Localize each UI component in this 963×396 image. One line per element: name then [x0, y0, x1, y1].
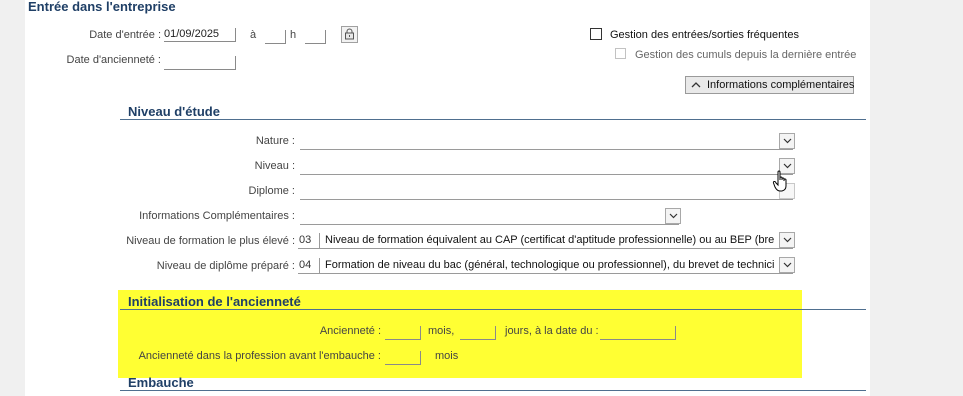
formation-dropdown-button[interactable]: [779, 232, 795, 248]
section-divider-embauche: [120, 390, 866, 391]
section-title-embauche: Embauche: [128, 375, 194, 390]
formation-select[interactable]: 03 Niveau de formation équivalent au CAP…: [298, 232, 795, 249]
section-divider-niveau: [120, 119, 866, 120]
profession-label: Ancienneté dans la profession avant l'em…: [138, 350, 381, 362]
formation-code[interactable]: 03: [298, 233, 320, 248]
chevron-down-icon: [783, 163, 792, 169]
anciennete-label: Ancienneté :: [319, 325, 381, 337]
section-title-entree: Entrée dans l'entreprise: [28, 0, 176, 14]
gestion-cumuls-checkbox[interactable]: [615, 48, 626, 59]
mois-label: mois,: [428, 325, 455, 337]
gestion-frequentes-checkbox[interactable]: [590, 28, 602, 40]
diplome-prepare-label: Niveau de diplôme préparé :: [156, 260, 295, 272]
profession-mois-field[interactable]: [385, 351, 421, 365]
chevron-down-icon: [669, 213, 678, 219]
section-title-niveau: Niveau d'étude: [128, 104, 220, 119]
section-title-init: Initialisation de l'ancienneté: [128, 294, 301, 309]
gestion-frequentes-label: Gestion des entrées/sorties fréquentes: [610, 29, 799, 41]
niveau-label: Niveau :: [254, 160, 295, 172]
nature-label: Nature :: [255, 135, 295, 147]
info-comp-dropdown-button[interactable]: [665, 208, 681, 224]
minute-field[interactable]: [305, 30, 326, 44]
a-label: à: [250, 29, 257, 41]
chevron-down-icon: [783, 237, 792, 243]
niveau-select[interactable]: [300, 158, 795, 175]
hand-cursor-icon: [772, 170, 787, 192]
info-comp-label: Informations Complémentaires :: [139, 210, 295, 222]
info-complementaires-button-label: Informations complémentaires: [707, 79, 855, 91]
diplome-prepare-text: Formation de niveau du bac (général, tec…: [325, 259, 774, 271]
chevron-down-icon: [783, 138, 792, 144]
anciennete-date-field[interactable]: [164, 56, 236, 70]
anciennete-date-du-field[interactable]: [600, 326, 676, 340]
info-complementaires-button[interactable]: Informations complémentaires: [685, 76, 854, 94]
lock-icon: [345, 28, 354, 40]
h-label: h: [290, 29, 297, 41]
gestion-cumuls-label: Gestion des cumuls depuis la dernière en…: [635, 49, 857, 61]
section-divider-init: [120, 309, 866, 310]
anciennete-mois-field[interactable]: [385, 326, 421, 340]
date-entree-label: Date d'entrée :: [89, 29, 161, 41]
chevron-down-icon: [783, 262, 792, 268]
mois2-label: mois: [435, 350, 459, 362]
diplome-prepare-code[interactable]: 04: [298, 258, 320, 273]
info-comp-select[interactable]: [300, 208, 681, 225]
nature-dropdown-button[interactable]: [779, 133, 795, 149]
chevron-up-icon: [691, 82, 701, 88]
formation-text: Niveau de formation équivalent au CAP (c…: [325, 234, 774, 246]
diplome-label: Diplome :: [248, 185, 295, 197]
anciennete-jours-field[interactable]: [460, 326, 496, 340]
date-entree-field[interactable]: 01/09/2025: [164, 28, 236, 42]
hour-field[interactable]: [265, 30, 286, 44]
diplome-prepare-dropdown-button[interactable]: [779, 257, 795, 273]
lock-button[interactable]: [341, 26, 358, 43]
diplome-select[interactable]: [300, 183, 795, 200]
formation-label: Niveau de formation le plus élevé :: [126, 235, 295, 247]
diplome-prepare-select[interactable]: 04 Formation de niveau du bac (général, …: [298, 257, 795, 274]
nature-select[interactable]: [300, 133, 795, 150]
jours-label: jours, à la date du :: [505, 325, 599, 337]
anciennete-date-label: Date d'ancienneté :: [66, 54, 161, 66]
